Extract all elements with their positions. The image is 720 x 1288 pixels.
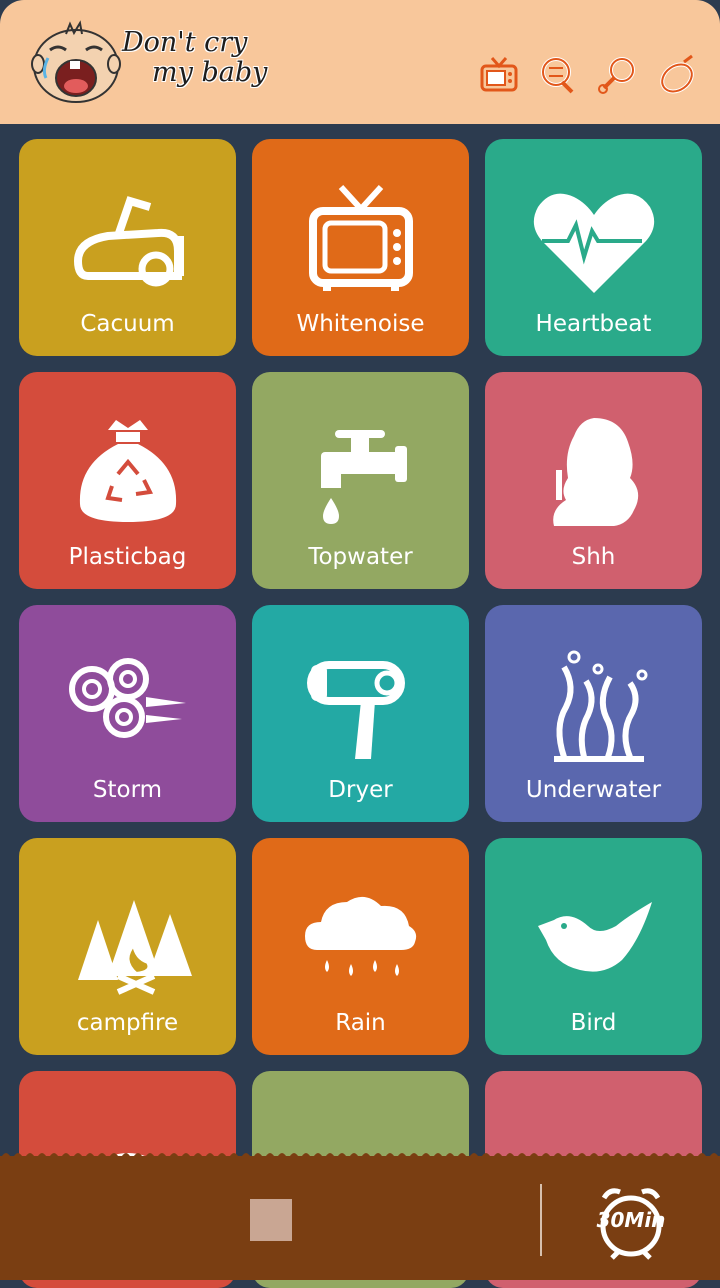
rain-icon bbox=[304, 896, 416, 976]
bird-icon bbox=[537, 902, 652, 972]
logo-line1: Don't cry bbox=[122, 27, 248, 58]
tv-icon[interactable] bbox=[478, 54, 520, 96]
tile-label: Topwater bbox=[308, 544, 413, 570]
tile-label: Storm bbox=[92, 777, 163, 803]
sound-tile-dryer[interactable]: Dryer bbox=[252, 605, 469, 822]
bag-icon bbox=[79, 420, 176, 522]
tile-label: campfire bbox=[76, 1010, 179, 1036]
seaweed-icon bbox=[553, 650, 647, 762]
pacifier-icon[interactable] bbox=[596, 54, 638, 96]
hair-dryer-icon bbox=[306, 661, 405, 759]
sound-tile-cacuum[interactable]: Cacuum bbox=[19, 139, 236, 356]
heart-icon bbox=[533, 193, 654, 293]
rattle-icon[interactable] bbox=[536, 54, 578, 96]
tile-label: Rain bbox=[335, 1010, 386, 1036]
sound-tile-rain[interactable]: Rain bbox=[252, 838, 469, 1055]
sound-tile-shh[interactable]: Shh bbox=[485, 372, 702, 589]
tile-label: Dryer bbox=[328, 777, 393, 803]
tile-label: Shh bbox=[571, 544, 616, 570]
vacuum-icon bbox=[73, 196, 184, 287]
tile-label: Cacuum bbox=[80, 311, 175, 337]
tv-icon bbox=[308, 184, 413, 291]
wind-icon bbox=[68, 658, 186, 738]
woman-shh-icon bbox=[552, 418, 638, 526]
sound-tile-campfire[interactable]: campfire bbox=[19, 838, 236, 1055]
bottle-icon[interactable] bbox=[656, 54, 698, 96]
app-header: Don't cry my baby bbox=[0, 0, 720, 124]
faucet-icon bbox=[320, 430, 407, 524]
sound-tile-plasticbag[interactable]: Plasticbag bbox=[19, 372, 236, 589]
campfire-icon bbox=[77, 900, 192, 995]
sound-tile-heartbeat[interactable]: Heartbeat bbox=[485, 139, 702, 356]
logo-line2: my baby bbox=[152, 57, 268, 88]
tile-label: Plasticbag bbox=[68, 544, 187, 570]
stop-button[interactable] bbox=[250, 1199, 292, 1241]
tile-label: Heartbeat bbox=[535, 311, 652, 337]
timer-label[interactable]: 30Min bbox=[590, 1208, 672, 1232]
crying-baby-logo bbox=[31, 20, 121, 103]
tile-label: Whitenoise bbox=[296, 311, 425, 337]
tile-label: Underwater bbox=[525, 777, 662, 803]
footer-divider bbox=[540, 1184, 542, 1256]
sound-tile-bird[interactable]: Bird bbox=[485, 838, 702, 1055]
sound-tile-underwater[interactable]: Underwater bbox=[485, 605, 702, 822]
sound-tile-topwater[interactable]: Topwater bbox=[252, 372, 469, 589]
tile-label: Bird bbox=[570, 1010, 617, 1036]
header-scallop-edge bbox=[0, 116, 720, 123]
sound-tile-storm[interactable]: Storm bbox=[19, 605, 236, 822]
app-logo-text: Don't cry my baby bbox=[122, 28, 267, 88]
sound-tile-whitenoise[interactable]: Whitenoise bbox=[252, 139, 469, 356]
